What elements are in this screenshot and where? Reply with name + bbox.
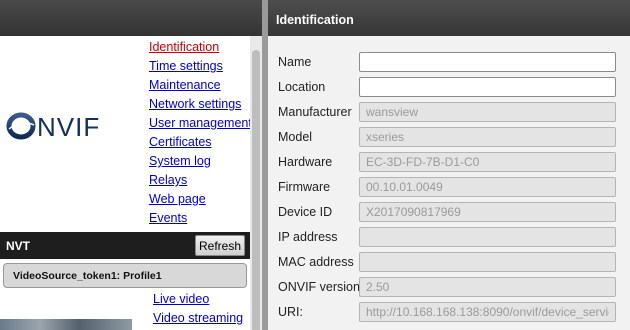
device-id-label: Device ID [278,205,333,219]
uri-label: URI: [278,305,303,319]
model-field [359,127,616,147]
manufacturer-label: Manufacturer [278,105,352,119]
left-scrollbar[interactable] [250,36,262,330]
mac-address-label: MAC address [278,255,354,269]
location-row: Location [268,77,630,97]
onvif-version-field [359,277,616,297]
firmware-label: Firmware [278,180,331,194]
profile-selector[interactable]: VideoSource_token1: Profile1 [3,263,247,288]
nvt-title: NVT [6,239,30,253]
nav-link-time-settings[interactable]: Time settings [149,59,223,73]
name-label: Name [278,55,312,69]
onvif-version-row: ONVIF version [268,277,630,297]
refresh-button[interactable]: Refresh [195,235,245,256]
profile-label: VideoSource_token1: Profile1 [13,270,162,282]
nav-link-user-management[interactable]: User management [149,116,252,130]
identification-panel: Identification Name Location Manufacture… [268,0,630,330]
device-id-field [359,202,616,222]
hardware-field [359,152,616,172]
device-id-row: Device ID [268,202,630,222]
nav-link-system-log[interactable]: System log [149,154,211,168]
ip-address-label: IP address [278,230,338,244]
firmware-field [359,177,616,197]
nav-link-maintenance[interactable]: Maintenance [149,78,221,92]
uri-row: URI: [268,302,630,322]
nav-link-events[interactable]: Events [149,211,187,225]
video-thumbnail[interactable] [0,319,132,330]
name-row: Name [268,52,630,72]
nvt-bar: NVT Refresh [0,232,250,259]
mac-address-field [359,252,616,272]
video-links: Live video Video streaming [153,291,243,329]
video-streaming-link[interactable]: Video streaming [153,311,243,325]
onvif-version-label: ONVIF version [278,280,360,294]
left-top-bar [0,0,262,36]
model-row: Model [268,127,630,147]
identification-header: Identification [268,0,630,36]
live-video-link[interactable]: Live video [153,292,209,306]
nav-menu: Identification Time settings Maintenance… [149,39,252,229]
svg-text:NVIF: NVIF [37,112,100,142]
left-pane: NVIF Identification Time settings Mainte… [0,0,262,330]
ip-address-field [359,227,616,247]
onvif-logo-graphic: NVIF [6,112,100,142]
nav-link-relays[interactable]: Relays [149,173,187,187]
hardware-label: Hardware [278,155,333,169]
ip-address-row: IP address [268,227,630,247]
location-input[interactable] [359,77,616,97]
nav-link-certificates[interactable]: Certificates [149,135,212,149]
manufacturer-row: Manufacturer [268,102,630,122]
name-input[interactable] [359,52,616,72]
onvif-logo: NVIF [6,105,126,147]
nav-link-web-page[interactable]: Web page [149,192,206,206]
identification-title: Identification [276,13,354,27]
nav-link-identification[interactable]: Identification [149,40,219,54]
manufacturer-field [359,102,616,122]
model-label: Model [278,130,313,144]
location-label: Location [278,80,326,94]
firmware-row: Firmware [268,177,630,197]
hardware-row: Hardware [268,152,630,172]
scrollbar-thumb[interactable] [252,50,260,330]
uri-field [359,302,616,322]
mac-address-row: MAC address [268,252,630,272]
nav-link-network-settings[interactable]: Network settings [149,97,241,111]
